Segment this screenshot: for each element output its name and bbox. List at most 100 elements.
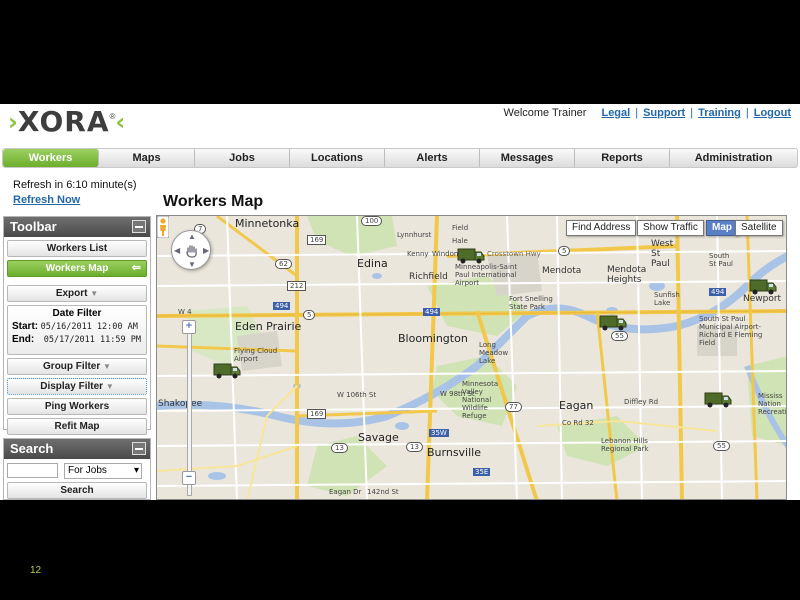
map-label: West St Paul — [651, 239, 674, 269]
end-value[interactable]: 05/17/2011 11:59 PM — [44, 335, 141, 345]
tab-locations[interactable]: Locations — [290, 149, 385, 167]
tab-administration[interactable]: Administration — [670, 149, 797, 167]
show-traffic-button[interactable]: Show Traffic — [637, 220, 704, 236]
tab-maps[interactable]: Maps — [99, 149, 195, 167]
worker-truck-icon[interactable] — [213, 362, 241, 380]
route-shield: 494 — [423, 308, 441, 316]
map-label: Mendota — [542, 266, 582, 276]
street-view-pegman-icon[interactable] — [157, 216, 169, 238]
worker-truck-icon[interactable] — [599, 314, 627, 332]
tab-reports[interactable]: Reports — [575, 149, 670, 167]
pan-left-icon[interactable]: ◀ — [174, 246, 180, 255]
worker-truck-icon[interactable] — [749, 278, 777, 296]
map-label: Eagan Dr — [329, 488, 362, 496]
xora-logo: › XORA ® ‹ — [8, 105, 126, 138]
welcome-text: Welcome Trainer — [503, 107, 587, 119]
export-label: Export — [55, 288, 88, 299]
satellite-view-button[interactable]: Satellite — [735, 220, 783, 236]
map-label: Minneapolis-Saint Paul International Air… — [455, 263, 518, 287]
map-label: Burnsville — [427, 446, 481, 459]
pan-right-icon[interactable]: ▶ — [203, 246, 209, 255]
zoom-slider[interactable] — [187, 321, 192, 496]
map-label: Lynnhurst — [397, 231, 432, 239]
minimize-icon[interactable] — [132, 442, 146, 455]
map-label: 142nd St — [367, 488, 399, 496]
logout-link[interactable]: Logout — [749, 107, 796, 119]
map-label: Field — [452, 224, 469, 232]
search-button[interactable]: Search — [7, 482, 147, 499]
display-filter-button[interactable]: Display Filter ▼ — [7, 378, 147, 395]
search-row: For Jobs — [7, 463, 147, 479]
route-shield: 169 — [307, 235, 327, 245]
map-label: Edina — [357, 257, 388, 270]
route-shield: 13 — [406, 442, 423, 452]
map-label: Eden Prairie — [235, 320, 302, 333]
tab-jobs[interactable]: Jobs — [195, 149, 290, 167]
legal-link[interactable]: Legal — [596, 107, 635, 119]
route-shield: 494 — [709, 288, 727, 296]
route-shield: 494 — [273, 302, 291, 310]
worker-truck-icon[interactable] — [704, 391, 732, 409]
search-input[interactable] — [7, 463, 58, 478]
date-end-row: End: 05/17/2011 11:59 PM — [8, 334, 146, 345]
end-label: End: — [12, 334, 35, 345]
map-view-button[interactable]: Map — [706, 220, 738, 236]
route-shield: 35E — [473, 468, 491, 476]
find-address-button[interactable]: Find Address — [566, 220, 637, 236]
map-label: Shakopee — [158, 399, 203, 409]
app-screen: › XORA ® ‹ Welcome Trainer Legal | Suppo… — [0, 104, 800, 500]
map-label: Eagan — [559, 399, 594, 412]
caret-down-icon: ▼ — [105, 382, 114, 391]
pan-control[interactable]: ▲ ▼ ◀ ▶ — [171, 230, 211, 270]
refit-map-button[interactable]: Refit Map — [7, 418, 147, 435]
route-shield: 55 — [611, 331, 628, 341]
refresh-countdown: Refresh in 6:10 minute(s) — [13, 179, 137, 191]
workers-map-button[interactable]: Workers Map ⇐ — [7, 260, 147, 277]
logo-chevron-left: › — [8, 108, 18, 136]
route-shield: 55 — [713, 441, 730, 451]
route-shield: W 4 — [178, 308, 192, 316]
workers-list-button[interactable]: Workers List — [7, 240, 147, 257]
logo-chevron-right: ‹ — [115, 108, 126, 136]
route-shield: 13 — [331, 443, 348, 453]
map-label: Minnetonka — [235, 217, 300, 230]
map-label: Sunfish Lake — [654, 291, 680, 307]
map-label: South St Paul Municipal Airport-Richard … — [699, 315, 763, 347]
slide-number: 12 — [30, 565, 42, 576]
group-filter-button[interactable]: Group Filter ▼ — [7, 358, 147, 375]
route-shield: 35W — [429, 429, 449, 437]
refresh-now-link[interactable]: Refresh Now — [13, 194, 80, 206]
date-filter-title: Date Filter — [52, 308, 102, 319]
tab-alerts[interactable]: Alerts — [385, 149, 480, 167]
map-label: Kenny — [407, 250, 429, 258]
pan-down-icon[interactable]: ▼ — [188, 260, 196, 269]
main-nav: Workers Maps Jobs Locations Alerts Messa… — [2, 148, 798, 168]
workers-map[interactable]: 7 100 169 62 5 212 494 5 494 494 55 169 … — [156, 215, 787, 500]
caret-down-icon: ▼ — [103, 362, 111, 371]
logo-text: XORA — [17, 105, 110, 138]
start-value[interactable]: 05/16/2011 12:00 AM — [41, 322, 138, 332]
search-type-select[interactable]: For Jobs — [64, 463, 142, 479]
zoom-out-button[interactable]: − — [182, 471, 196, 485]
page-title: Workers Map — [163, 193, 264, 210]
tab-messages[interactable]: Messages — [480, 149, 575, 167]
map-label: Richfield — [409, 272, 448, 282]
training-link[interactable]: Training — [693, 107, 746, 119]
worker-truck-icon[interactable] — [457, 247, 485, 265]
minimize-icon[interactable] — [132, 220, 146, 233]
user-links-bar: Welcome Trainer Legal | Support | Traini… — [504, 107, 796, 119]
zoom-in-button[interactable]: + — [182, 320, 196, 334]
tab-workers[interactable]: Workers — [3, 149, 99, 167]
caret-down-icon: ▼ — [90, 289, 99, 298]
search-panel: Search For Jobs Search — [3, 438, 151, 500]
search-title: Search — [10, 441, 54, 456]
start-label: Start: — [12, 321, 39, 332]
export-button[interactable]: Export ▼ — [7, 285, 147, 302]
map-label: Crosstown Hwy — [487, 250, 541, 258]
support-link[interactable]: Support — [638, 107, 690, 119]
map-label: Mississ Nation Recreati — [758, 392, 787, 416]
map-label: Fort Snelling State Park — [509, 295, 553, 311]
pan-up-icon[interactable]: ▲ — [188, 232, 196, 241]
ping-workers-button[interactable]: Ping Workers — [7, 398, 147, 415]
workers-map-label: Workers Map — [45, 263, 109, 274]
